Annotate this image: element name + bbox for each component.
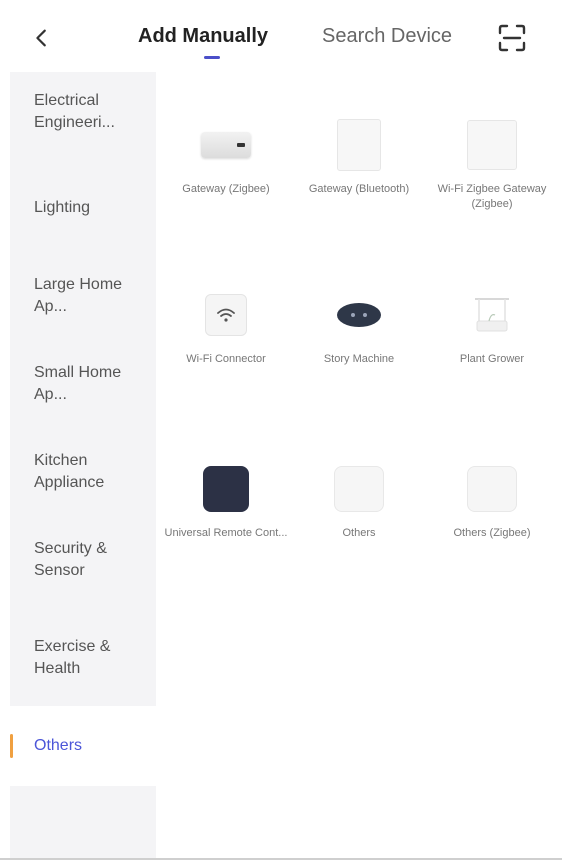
- device-label: Gateway (Bluetooth): [308, 183, 410, 195]
- story-machine-icon: [334, 290, 384, 340]
- bottom-divider: [0, 858, 562, 860]
- plant-grower-icon: [467, 290, 517, 340]
- sidebar-item-label: Small Home Ap...: [34, 364, 122, 403]
- device-plant-grower[interactable]: Plant Grower: [430, 290, 554, 430]
- device-others-zigbee[interactable]: Others (Zigbee): [430, 464, 554, 604]
- others-device-icon: [334, 464, 384, 514]
- add-device-screen: Add Manually Search Device Electrical En…: [0, 0, 562, 867]
- sidebar-item-small-home-appliance[interactable]: Small Home Ap...: [10, 344, 156, 424]
- device-label: Story Machine: [323, 353, 395, 365]
- sidebar-item-label: Electrical Engineeri...: [34, 92, 115, 131]
- sidebar-empty-space: [10, 786, 156, 858]
- scan-icon: [498, 24, 526, 52]
- tab-add-manually[interactable]: Add Manually: [138, 22, 268, 50]
- device-label: Wi-Fi Connector: [186, 353, 266, 365]
- device-gateway-bluetooth[interactable]: Gateway (Bluetooth): [297, 119, 421, 260]
- device-label: Others: [342, 527, 376, 539]
- sidebar-item-electrical-engineering[interactable]: Electrical Engineeri...: [10, 72, 156, 152]
- device-story-machine[interactable]: Story Machine: [297, 290, 421, 430]
- device-wifi-connector[interactable]: Wi-Fi Connector: [164, 290, 288, 430]
- device-universal-remote[interactable]: Universal Remote Cont...: [164, 464, 288, 604]
- sidebar-item-others[interactable]: Others: [10, 706, 156, 786]
- device-label: Gateway (Zigbee): [182, 183, 270, 195]
- sidebar-item-large-home-appliance[interactable]: Large Home Ap...: [10, 256, 156, 336]
- universal-remote-icon: [201, 464, 251, 514]
- back-button[interactable]: [24, 20, 60, 56]
- wifi-zigbee-gateway-icon: [467, 120, 517, 170]
- chevron-left-icon: [36, 29, 46, 47]
- sidebar-item-label: Lighting: [34, 199, 91, 216]
- sidebar-item-label: Exercise & Health: [34, 638, 111, 677]
- sidebar-item-label: Kitchen Appliance: [34, 452, 105, 491]
- sidebar-item-exercise-health[interactable]: Exercise & Health: [10, 618, 156, 698]
- active-tab-indicator: [204, 56, 220, 59]
- category-sidebar: Electrical Engineeri... Lighting Large H…: [10, 72, 156, 858]
- scan-button[interactable]: [496, 22, 528, 54]
- device-gateway-zigbee[interactable]: Gateway (Zigbee): [164, 120, 288, 260]
- sidebar-item-kitchen-appliance[interactable]: Kitchen Appliance: [10, 432, 156, 512]
- others-zigbee-icon: [467, 464, 517, 514]
- device-wifi-zigbee-gateway[interactable]: Wi-Fi Zigbee Gateway (Zigbee): [430, 120, 554, 260]
- tab-search-device[interactable]: Search Device: [322, 22, 452, 50]
- device-label: Universal Remote Cont...: [164, 527, 288, 539]
- sidebar-item-security-sensor[interactable]: Security & Sensor: [10, 520, 156, 600]
- sidebar-item-lighting[interactable]: Lighting: [10, 168, 156, 248]
- header: Add Manually Search Device: [0, 0, 562, 72]
- device-label: Wi-Fi Zigbee Gateway (Zigbee): [437, 183, 547, 210]
- device-grid: Gateway (Zigbee) Gateway (Bluetooth) Wi-…: [156, 72, 562, 858]
- device-others[interactable]: Others: [297, 464, 421, 604]
- gateway-bluetooth-icon: [334, 119, 384, 171]
- sidebar-item-label: Security & Sensor: [34, 540, 107, 579]
- active-category-indicator: [10, 734, 13, 758]
- gateway-zigbee-icon: [201, 120, 251, 170]
- sidebar-item-label: Others: [34, 737, 83, 754]
- device-label: Plant Grower: [459, 353, 525, 365]
- wifi-connector-icon: [201, 290, 251, 340]
- sidebar-item-label: Large Home Ap...: [34, 276, 123, 315]
- device-label: Others (Zigbee): [453, 527, 531, 539]
